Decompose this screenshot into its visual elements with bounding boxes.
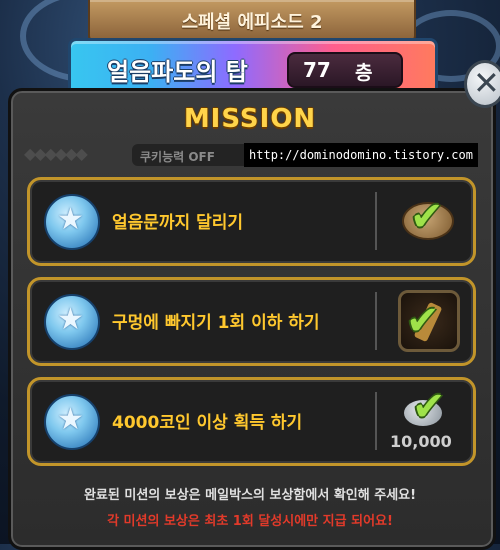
reward-slot: ✔ 10,000 — [390, 384, 458, 452]
check-icon: ✔ — [410, 194, 444, 240]
reward-amount: 10,000 — [390, 432, 452, 451]
footer-info: 완료된 미션의 보상은 메일박스의 보상함에서 확인해 주세요! — [83, 488, 417, 503]
skill-status-label: 쿠키능력 OFF — [140, 150, 215, 164]
mission-label: 4000코인 이상 획득 하기 — [112, 413, 303, 433]
star-medal-icon: ★ — [44, 194, 100, 250]
divider — [375, 392, 377, 450]
floor-unit: 층 — [355, 62, 373, 84]
mission-row-3: ★ 4000코인 이상 획득 하기 ✔ 10,000 — [27, 377, 476, 466]
floor-number: 77 — [303, 58, 331, 82]
mission-label: 얼음문까지 달리기 — [112, 213, 244, 233]
mission-row-2: ★ 구멍에 빠지기 1회 이하 하기 ✔ — [27, 277, 476, 366]
episode-plaque: 스페셜 에피소드 2 — [88, 0, 416, 42]
divider — [375, 192, 377, 250]
check-icon: ✔ — [406, 298, 440, 344]
star-medal-icon: ★ — [44, 294, 100, 350]
reward-slot: ✔ — [396, 290, 460, 352]
mission-label: 구멍에 빠지기 1회 이하 하기 — [112, 313, 320, 333]
star-medal-icon: ★ — [44, 394, 100, 450]
episode-label: 스페셜 에피소드 2 — [181, 12, 323, 33]
stage-title: 얼음파도의 탑 — [107, 58, 248, 86]
close-button[interactable]: ✕ — [464, 60, 500, 108]
footer-warning: 각 미션의 보상은 최초 1회 달성시에만 지급 되어요! — [107, 514, 393, 529]
close-icon: ✕ — [473, 64, 500, 102]
check-icon: ✔ — [412, 384, 446, 430]
divider — [375, 292, 377, 350]
watermark: http://dominodomino.tistory.com — [244, 143, 478, 167]
floor-indicator: 77 층 — [287, 52, 403, 88]
mission-title: MISSION — [183, 104, 317, 134]
status-diamonds: ◆◆◆◆◆◆ — [24, 144, 88, 163]
reward-slot: ✔ — [396, 190, 458, 252]
mission-row-1: ★ 얼음문까지 달리기 ✔ — [27, 177, 476, 266]
